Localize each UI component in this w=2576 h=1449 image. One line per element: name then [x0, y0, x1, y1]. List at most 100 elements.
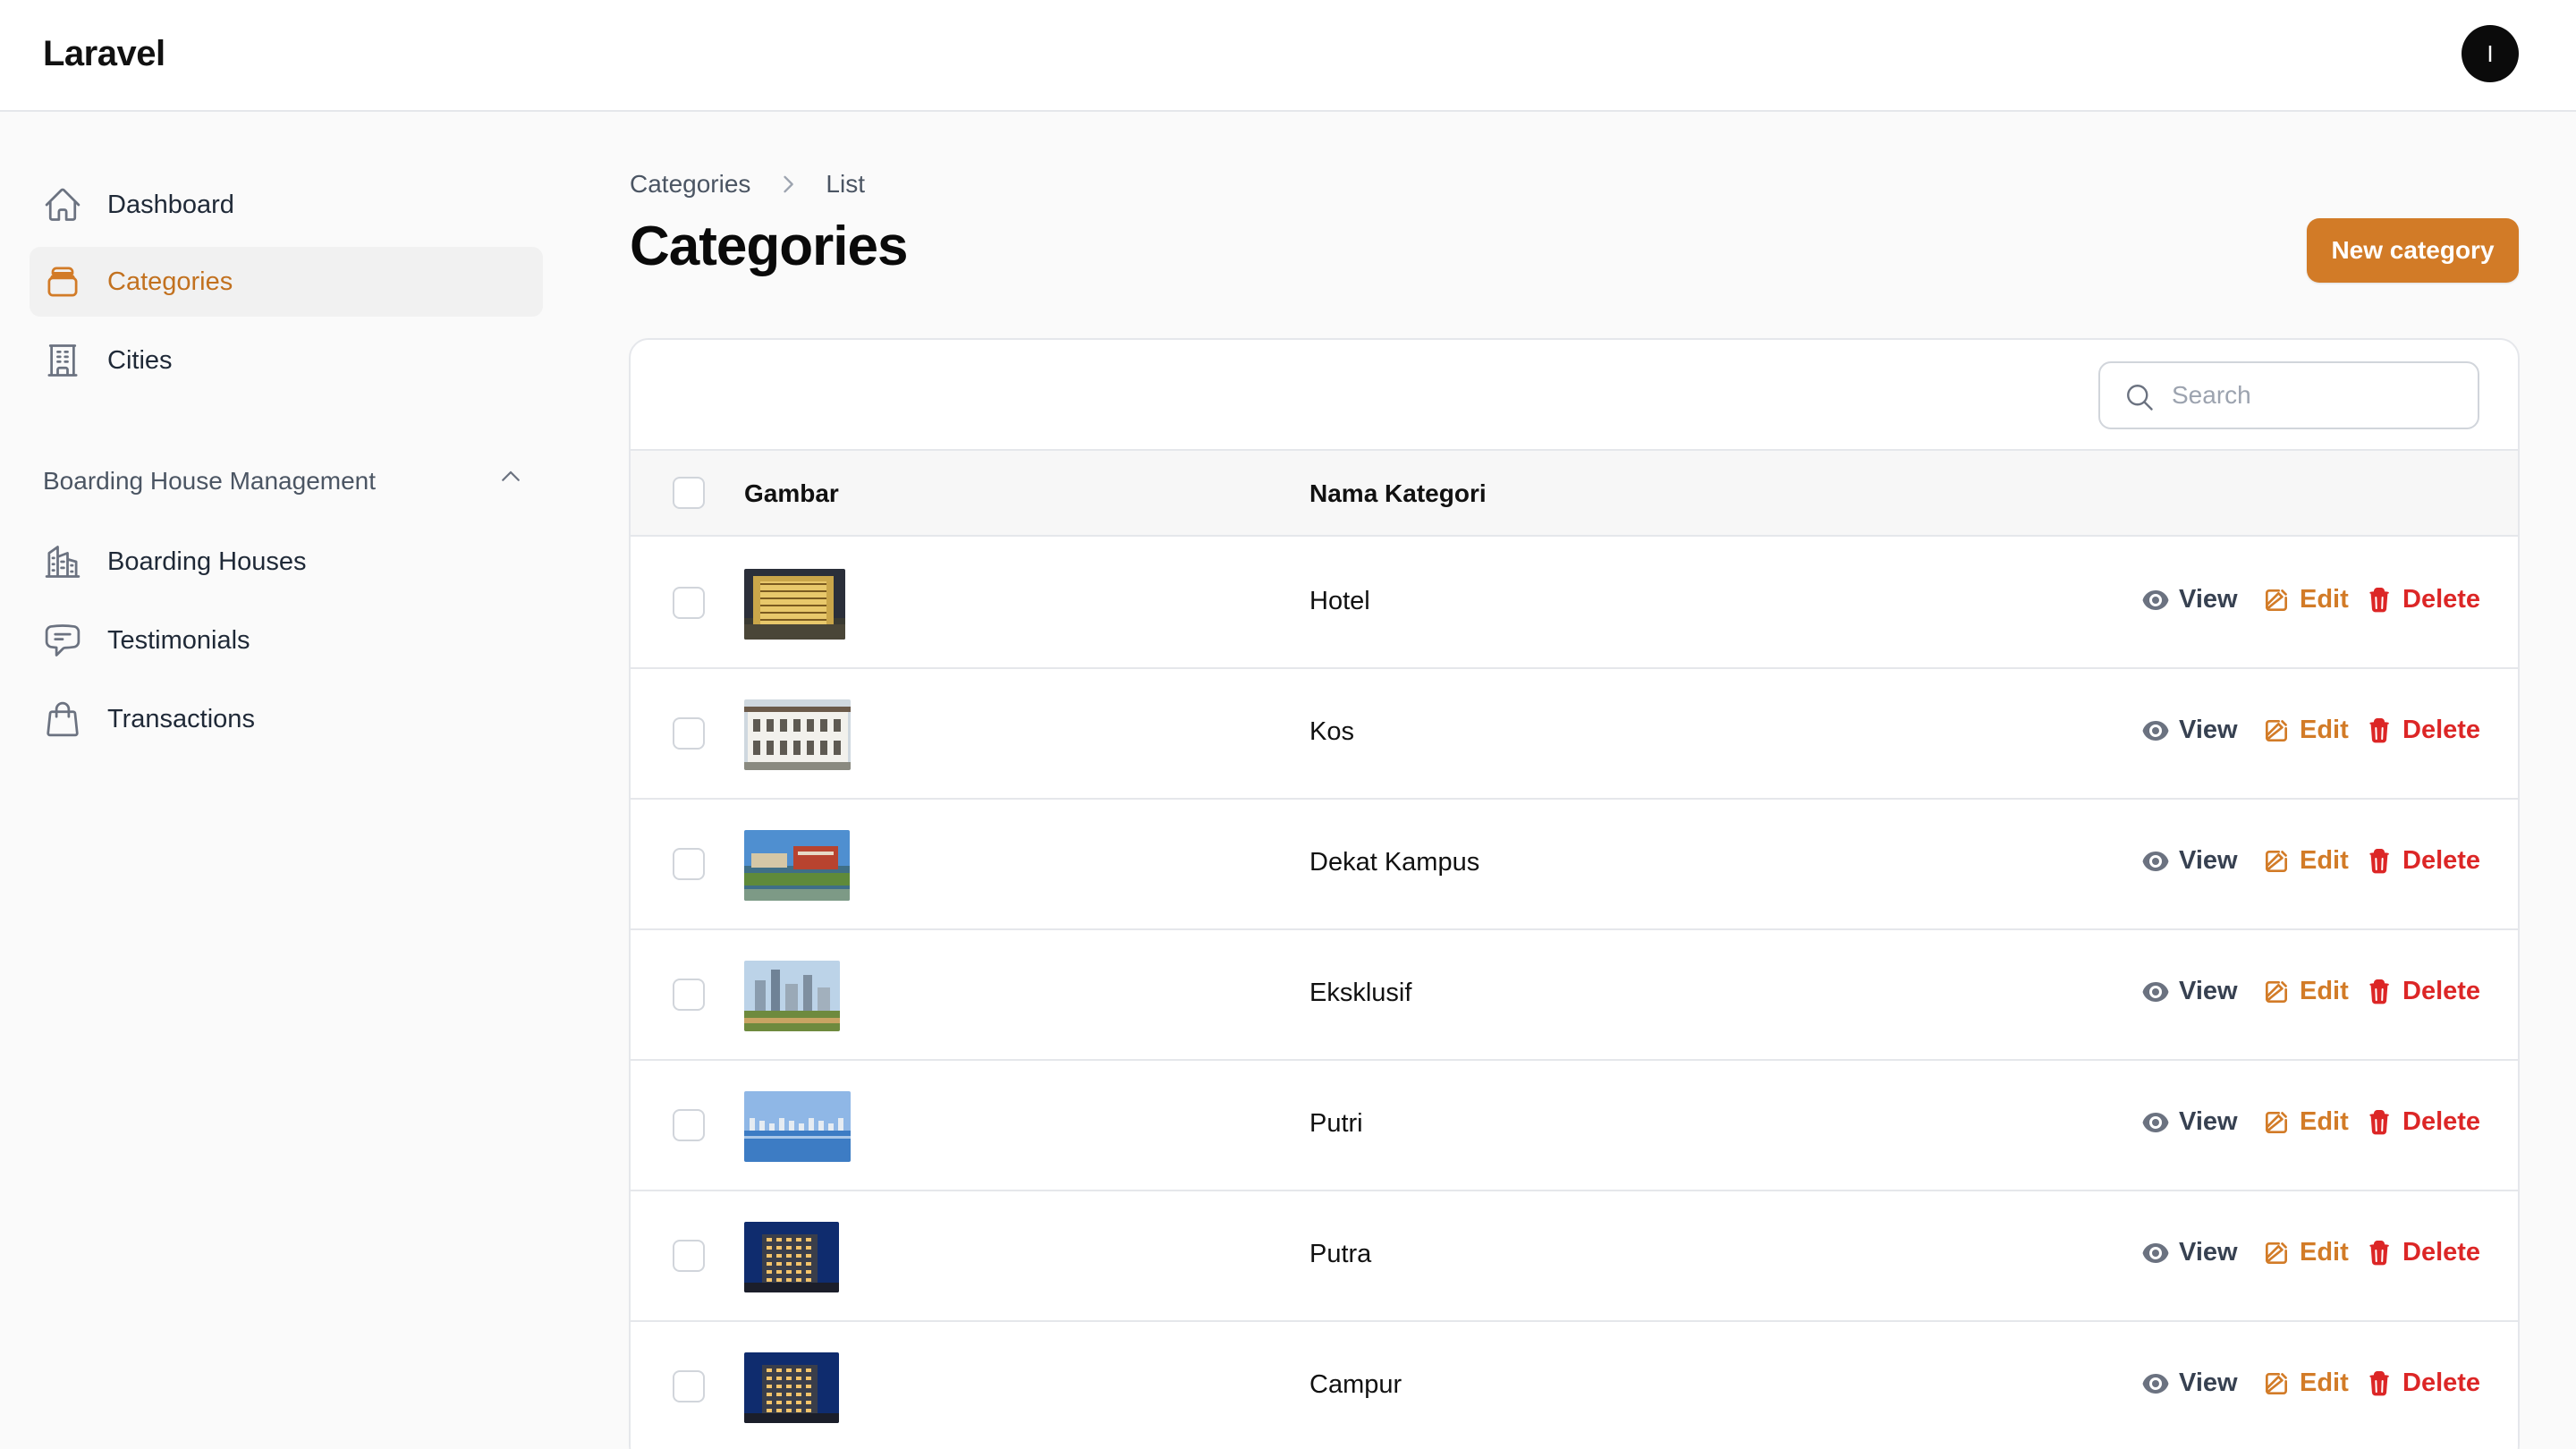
table-row[interactable]: Kos View Edit Delete [631, 669, 2518, 800]
building-office-icon [47, 344, 78, 377]
table-row[interactable]: Putri View Edit Delete [631, 1061, 2518, 1191]
user-avatar[interactable]: I [2462, 25, 2519, 82]
delete-action[interactable]: Delete [2365, 1238, 2480, 1267]
table-row[interactable]: Dekat Kampus View Edit Delete [631, 800, 2518, 930]
sidebar-item-testimonials[interactable]: Testimonials [30, 606, 543, 675]
table-row[interactable]: Eksklusif View Edit Delete [631, 930, 2518, 1061]
delete-action[interactable]: Delete [2365, 1368, 2480, 1398]
sidebar-item-transactions[interactable]: Transactions [30, 684, 543, 754]
sidebar-item-categories[interactable]: Categories [30, 247, 543, 317]
row-checkbox[interactable] [673, 979, 705, 1011]
row-checkbox[interactable] [673, 587, 705, 619]
table-header: Gambar Nama Kategori [631, 449, 2518, 537]
view-label: View [2179, 1368, 2238, 1397]
view-label: View [2179, 585, 2238, 614]
table-row[interactable]: Campur View Edit Delete [631, 1322, 2518, 1449]
category-name: Hotel [1309, 587, 1370, 615]
breadcrumb-parent-link[interactable]: Categories [630, 170, 750, 199]
trash-icon [2365, 1108, 2402, 1137]
column-header-image[interactable]: Gambar [744, 479, 839, 508]
select-all-checkbox[interactable] [673, 477, 705, 509]
view-action[interactable]: View [2141, 1107, 2238, 1137]
delete-action[interactable]: Delete [2365, 977, 2480, 1006]
sidebar: Dashboard Categories Cities Boarding Hou… [0, 112, 572, 1449]
view-action[interactable]: View [2141, 846, 2238, 876]
nav-group-label[interactable]: Boarding House Management [43, 467, 376, 496]
row-checkbox[interactable] [673, 848, 705, 880]
sidebar-item-dashboard[interactable]: Dashboard [30, 170, 543, 240]
table-row[interactable]: Putra View Edit Delete [631, 1191, 2518, 1322]
search-field[interactable] [2098, 361, 2479, 429]
eye-icon [2141, 1369, 2179, 1398]
pencil-square-icon [2262, 978, 2300, 1006]
pencil-square-icon [2262, 1239, 2300, 1267]
sidebar-item-boarding-houses[interactable]: Boarding Houses [30, 527, 543, 597]
delete-label: Delete [2402, 1238, 2481, 1267]
trash-icon [2365, 586, 2402, 614]
eye-icon [2141, 1108, 2179, 1137]
row-checkbox[interactable] [673, 1240, 705, 1272]
column-header-name[interactable]: Nama Kategori [1309, 479, 1487, 508]
new-category-button[interactable]: New category [2307, 218, 2519, 283]
delete-action[interactable]: Delete [2365, 846, 2480, 876]
rectangle-stack-icon [47, 267, 78, 297]
sidebar-item-cities[interactable]: Cities [30, 326, 543, 395]
row-checkbox[interactable] [673, 717, 705, 750]
pencil-square-icon [2262, 1108, 2300, 1137]
trash-icon [2365, 978, 2402, 1006]
search-icon [2127, 385, 2153, 411]
view-label: View [2179, 1238, 2238, 1267]
eye-icon [2141, 716, 2179, 745]
shopping-bag-icon [47, 701, 79, 737]
edit-label: Edit [2300, 977, 2349, 1005]
view-action[interactable]: View [2141, 716, 2238, 745]
category-image [744, 569, 845, 640]
row-checkbox[interactable] [673, 1109, 705, 1141]
view-label: View [2179, 977, 2238, 1005]
edit-action[interactable]: Edit [2262, 846, 2349, 876]
breadcrumb: Categories List [630, 170, 865, 199]
category-image [744, 961, 840, 1031]
category-name: Putra [1309, 1240, 1372, 1268]
delete-action[interactable]: Delete [2365, 716, 2480, 745]
delete-label: Delete [2402, 1368, 2481, 1397]
category-name: Kos [1309, 717, 1354, 746]
pencil-square-icon [2262, 1369, 2300, 1398]
edit-action[interactable]: Edit [2262, 1107, 2349, 1137]
table-row[interactable]: Hotel View Edit Delete [631, 538, 2518, 669]
top-navbar: Laravel I [0, 0, 2576, 112]
edit-action[interactable]: Edit [2262, 716, 2349, 745]
category-name: Campur [1309, 1370, 1402, 1399]
edit-action[interactable]: Edit [2262, 1238, 2349, 1267]
search-input[interactable] [2172, 363, 2467, 428]
view-action[interactable]: View [2141, 977, 2238, 1006]
delete-action[interactable]: Delete [2365, 585, 2480, 614]
chat-bubble-icon [45, 624, 80, 657]
chevron-right-icon [784, 175, 794, 193]
edit-label: Edit [2300, 585, 2349, 614]
sidebar-item-label: Dashboard [107, 190, 234, 219]
edit-label: Edit [2300, 1107, 2349, 1136]
delete-label: Delete [2402, 585, 2481, 614]
eye-icon [2141, 847, 2179, 876]
trash-icon [2365, 847, 2402, 876]
edit-action[interactable]: Edit [2262, 1368, 2349, 1398]
sidebar-item-label: Boarding Houses [107, 547, 307, 576]
view-action[interactable]: View [2141, 585, 2238, 614]
view-action[interactable]: View [2141, 1238, 2238, 1267]
view-label: View [2179, 716, 2238, 744]
view-action[interactable]: View [2141, 1368, 2238, 1398]
chevron-up-icon[interactable] [497, 463, 524, 490]
row-checkbox[interactable] [673, 1370, 705, 1402]
edit-action[interactable]: Edit [2262, 977, 2349, 1006]
category-image [744, 699, 851, 770]
breadcrumb-current: List [826, 170, 865, 198]
delete-label: Delete [2402, 1107, 2481, 1136]
sidebar-item-label: Cities [107, 345, 173, 375]
category-name: Putri [1309, 1109, 1363, 1138]
edit-action[interactable]: Edit [2262, 585, 2349, 614]
category-image [744, 1352, 839, 1423]
brand-logo[interactable]: Laravel [43, 34, 165, 74]
sidebar-item-label: Testimonials [107, 625, 250, 655]
delete-action[interactable]: Delete [2365, 1107, 2480, 1137]
